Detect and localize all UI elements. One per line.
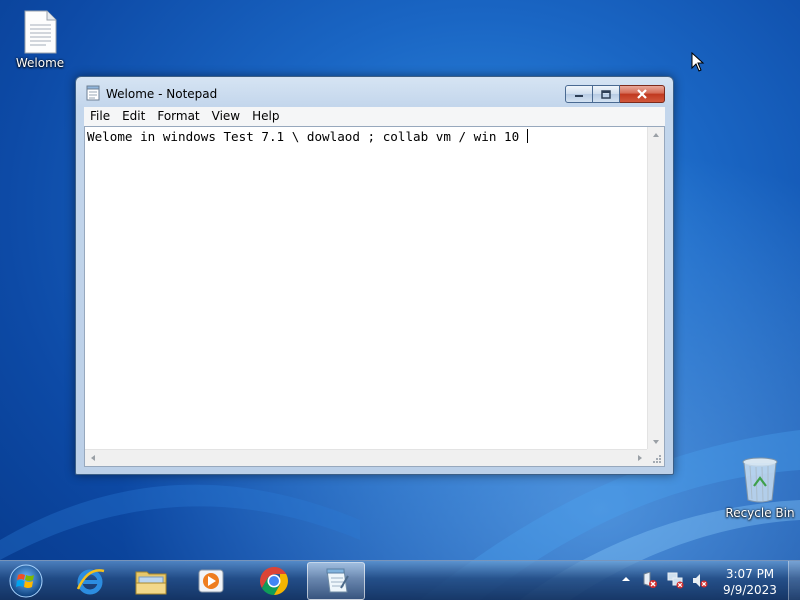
clock-date: 9/9/2023 xyxy=(723,583,777,597)
text-file-icon xyxy=(24,10,57,54)
clock-time: 3:07 PM xyxy=(725,567,775,581)
window-title: Welome - Notepad xyxy=(106,87,218,101)
chrome-icon xyxy=(260,567,288,595)
horizontal-scrollbar[interactable] xyxy=(85,449,648,466)
menu-view[interactable]: View xyxy=(206,107,246,126)
taskbar: 3:07 PM 9/9/2023 xyxy=(0,560,800,600)
maximize-icon xyxy=(601,89,611,99)
internet-explorer-icon xyxy=(76,569,105,595)
network-icon[interactable] xyxy=(667,572,685,589)
taskbar-media-player[interactable] xyxy=(182,562,240,600)
text-editor[interactable]: Welome in windows Test 7.1 \ dowlaod ; c… xyxy=(84,126,665,467)
desktop-icon-label: Recycle Bin xyxy=(725,506,795,520)
menu-format[interactable]: Format xyxy=(151,107,205,126)
notepad-icon xyxy=(86,85,100,101)
maximize-button[interactable] xyxy=(593,85,620,103)
action-center-icon[interactable] xyxy=(642,572,658,589)
taskbar-chrome[interactable] xyxy=(245,562,303,600)
desktop-icon-recycle-bin[interactable]: Recycle Bin xyxy=(724,456,796,520)
scroll-down-icon[interactable] xyxy=(653,440,659,444)
window-controls xyxy=(565,85,665,103)
scroll-left-icon[interactable] xyxy=(91,455,95,461)
close-icon xyxy=(637,89,647,99)
size-grip-icon xyxy=(653,455,661,463)
desktop-icon-label: Welome xyxy=(15,56,65,70)
scroll-right-icon[interactable] xyxy=(638,455,642,461)
editor-text: Welome in windows Test 7.1 \ dowlaod ; c… xyxy=(87,129,527,144)
minimize-icon xyxy=(575,95,583,97)
notepad-window[interactable]: Welome - Notepad File Edit Format View H… xyxy=(75,76,674,475)
menu-bar: File Edit Format View Help xyxy=(84,107,665,126)
file-explorer-icon xyxy=(135,571,167,595)
size-grip[interactable] xyxy=(647,449,664,466)
editor-content[interactable]: Welome in windows Test 7.1 \ dowlaod ; c… xyxy=(87,129,528,144)
menu-file[interactable]: File xyxy=(84,107,116,126)
system-clock[interactable]: 3:07 PM 9/9/2023 xyxy=(716,566,784,598)
menu-edit[interactable]: Edit xyxy=(116,107,151,126)
taskbar-file-explorer[interactable] xyxy=(122,562,180,600)
minimize-button[interactable] xyxy=(565,85,593,103)
taskbar-internet-explorer[interactable] xyxy=(61,562,119,600)
taskbar-notepad[interactable] xyxy=(307,562,365,600)
show-hidden-icons[interactable] xyxy=(621,574,631,584)
desktop-icon-welome[interactable]: Welome xyxy=(4,10,76,70)
volume-muted-icon[interactable] xyxy=(691,572,709,589)
vertical-scrollbar[interactable] xyxy=(647,127,664,450)
mouse-cursor-icon xyxy=(691,52,705,72)
scroll-up-icon[interactable] xyxy=(653,133,659,137)
text-caret xyxy=(526,129,528,143)
media-player-icon xyxy=(198,569,224,593)
title-bar[interactable]: Welome - Notepad xyxy=(76,77,673,108)
show-desktop-button[interactable] xyxy=(788,561,800,600)
start-button[interactable] xyxy=(7,563,45,599)
notepad-icon xyxy=(326,568,349,593)
close-button[interactable] xyxy=(620,85,665,103)
recycle-bin-icon xyxy=(742,457,778,503)
menu-help[interactable]: Help xyxy=(246,107,285,126)
